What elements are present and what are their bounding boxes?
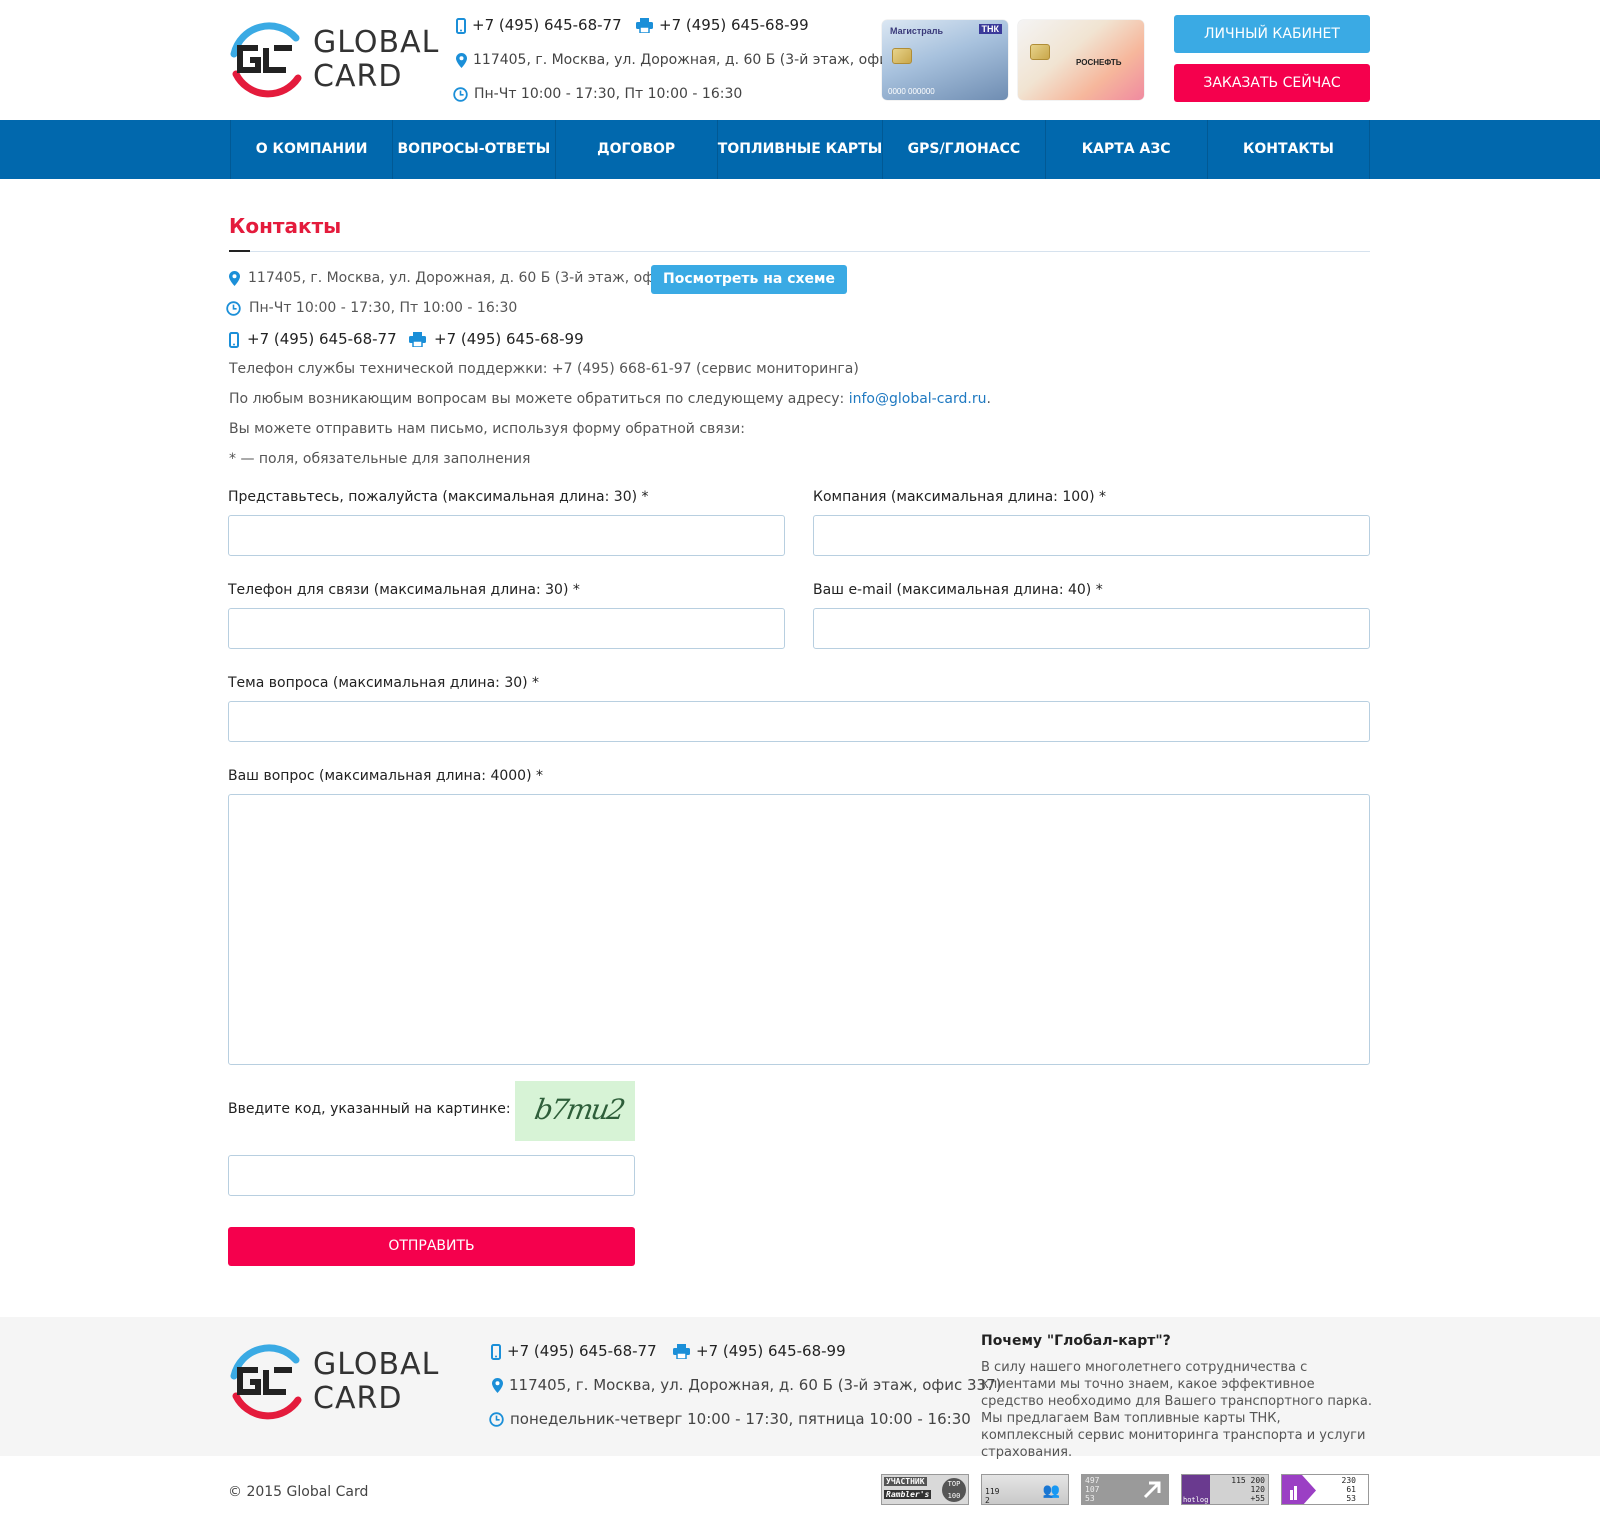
fax-icon	[673, 1344, 690, 1359]
mobile-phone-icon	[229, 331, 239, 348]
company-label: Компания (максимальная длина: 100) *	[813, 489, 1106, 505]
contact-phone-2[interactable]: +7 (495) 645-68-99	[409, 330, 584, 348]
footer-logo[interactable]: GLOBAL CARD	[228, 1340, 438, 1424]
phone-input[interactable]	[228, 608, 785, 649]
fax-icon	[636, 18, 653, 33]
card-brand-label: Магистраль	[890, 26, 944, 36]
captcha-image: b7mu2	[515, 1081, 635, 1141]
li-counter[interactable]: 230 61 53	[1281, 1474, 1369, 1505]
site-logo[interactable]: GLOBAL CARD	[228, 18, 438, 102]
question-label: Ваш вопрос (максимальная длина: 4000) *	[228, 768, 543, 784]
rambler-top100-counter[interactable]: УЧАСТНИК Rambler's TOP 100	[881, 1474, 969, 1505]
contact-hours: Пн-Чт 10:00 - 17:30, Пт 10:00 - 16:30	[226, 300, 517, 316]
contact-address: 117405, г. Москва, ул. Дорожная, д. 60 Б…	[229, 270, 708, 286]
subject-label: Тема вопроса (максимальная длина: 30) *	[228, 675, 540, 691]
tnk-logo: ТНК	[978, 24, 1002, 34]
header-phone-1[interactable]: +7 (495) 645-68-77	[456, 16, 622, 34]
mobile-phone-icon	[456, 17, 466, 34]
email-label: Ваш e-mail (максимальная длина: 40) *	[813, 582, 1103, 598]
card-number: 0000 000000	[888, 87, 935, 96]
header-phone-2[interactable]: +7 (495) 645-68-99	[636, 16, 809, 34]
order-now-button[interactable]: Заказать сейчас	[1174, 64, 1370, 102]
support-phone-text: Телефон службы технической поддержки: +7…	[229, 361, 859, 377]
logo-text: GLOBAL CARD	[313, 1348, 439, 1416]
company-input[interactable]	[813, 515, 1370, 556]
site-header: GLOBAL CARD +7 (495) 645-68-77 +7 (495) …	[0, 0, 1600, 120]
logo-line-2: CARD	[313, 1381, 403, 1416]
email-input[interactable]	[813, 608, 1370, 649]
mobile-phone-icon	[491, 1343, 501, 1360]
stats-counter[interactable]: 497 107 53	[1081, 1474, 1169, 1505]
rosneft-logo: РОСНЕФТЬ	[1076, 58, 1122, 67]
nav-item-gps[interactable]: GPS/ГЛОНАСС	[883, 120, 1046, 179]
card-chip-icon	[892, 48, 912, 64]
footer-phone-1[interactable]: +7 (495) 645-68-77	[491, 1342, 657, 1360]
email-text: По любым возникающим вопросам вы можете …	[229, 391, 991, 407]
nav-item-fuel-cards[interactable]: ТОПЛИВНЫЕ КАРТЫ	[718, 120, 884, 179]
name-input[interactable]	[228, 515, 785, 556]
gc-logo-icon	[230, 22, 302, 98]
logo-text: GLOBAL CARD	[313, 26, 439, 94]
header-hours: Пн-Чт 10:00 - 17:30, Пт 10:00 - 16:30	[453, 86, 742, 102]
card-chip-icon	[1030, 44, 1050, 60]
clock-icon	[226, 300, 241, 316]
footer-phone-2[interactable]: +7 (495) 645-68-99	[673, 1342, 846, 1360]
title-accent	[229, 250, 250, 252]
question-textarea[interactable]	[228, 794, 1370, 1065]
copyright: © 2015 Global Card	[228, 1484, 369, 1500]
account-button[interactable]: Личный кабинет	[1174, 15, 1370, 53]
subject-input[interactable]	[228, 701, 1370, 742]
location-pin-icon	[229, 270, 240, 286]
footer-hours: понедельник-четверг 10:00 - 17:30, пятни…	[489, 1410, 971, 1428]
arrow-up-right-icon	[1143, 1481, 1161, 1499]
hotlog-counter[interactable]: hotlog 115 200 120 +55	[1181, 1474, 1269, 1505]
phone-label: Телефон для связи (максимальная длина: 3…	[228, 582, 580, 598]
nav-item-contacts[interactable]: КОНТАКТЫ	[1208, 120, 1371, 179]
page-title: Контакты	[229, 214, 342, 238]
footer-address: 117405, г. Москва, ул. Дорожная, д. 60 Б…	[492, 1376, 1001, 1394]
contact-phone-1[interactable]: +7 (495) 645-68-77	[229, 330, 397, 348]
logo-line-1: GLOBAL	[313, 1347, 440, 1382]
location-pin-icon	[456, 52, 467, 68]
nav-item-about[interactable]: О КОМПАНИИ	[231, 120, 394, 179]
form-intro-text: Вы можете отправить нам письмо, использу…	[229, 421, 745, 437]
email-link[interactable]: info@global-card.ru	[849, 391, 987, 407]
clock-icon	[489, 1412, 504, 1427]
nav-item-faq[interactable]: ВОПРОСЫ-ОТВЕТЫ	[393, 120, 556, 179]
nav-item-station-map[interactable]: КАРТА АЗС	[1046, 120, 1208, 179]
name-label: Представьтесь, пожалуйста (максимальная …	[228, 489, 649, 505]
captcha-code: b7mu2	[532, 1093, 627, 1126]
required-note: * — поля, обязательные для заполнения	[229, 451, 531, 467]
header-address: 117405, г. Москва, ул. Дорожная, д. 60 Б…	[456, 52, 933, 68]
why-us-text: В силу нашего многолетнего сотрудничеств…	[981, 1360, 1372, 1460]
chart-icon	[1282, 1475, 1316, 1504]
fax-icon	[409, 332, 426, 347]
logo-line-1: GLOBAL	[313, 25, 440, 60]
main-navigation: О КОМПАНИИ ВОПРОСЫ-ОТВЕТЫ ДОГОВОР ТОПЛИВ…	[0, 120, 1600, 179]
captcha-input[interactable]	[228, 1155, 635, 1196]
location-pin-icon	[492, 1378, 503, 1393]
captcha-label: Введите код, указанный на картинке:	[228, 1101, 511, 1117]
fuel-card-tnk-image: Магистраль ТНК 0000 000000	[882, 20, 1008, 100]
nav-item-contract[interactable]: ДОГОВОР	[556, 120, 718, 179]
top100-badge: TOP 100	[942, 1478, 966, 1502]
gc-logo-icon	[230, 1344, 302, 1420]
clock-icon	[453, 86, 468, 102]
fuel-card-rosneft-image: РОСНЕФТЬ	[1018, 20, 1144, 100]
why-us-title: Почему "Глобал-карт"?	[981, 1333, 1171, 1349]
logo-line-2: CARD	[313, 59, 403, 94]
submit-button[interactable]: Отправить	[228, 1227, 635, 1266]
people-icon: 👥	[1042, 1483, 1060, 1499]
liveinternet-counter[interactable]: 119 2 👥	[981, 1474, 1069, 1505]
view-map-button[interactable]: Посмотреть на схеме	[651, 265, 847, 294]
title-divider	[229, 251, 1370, 252]
